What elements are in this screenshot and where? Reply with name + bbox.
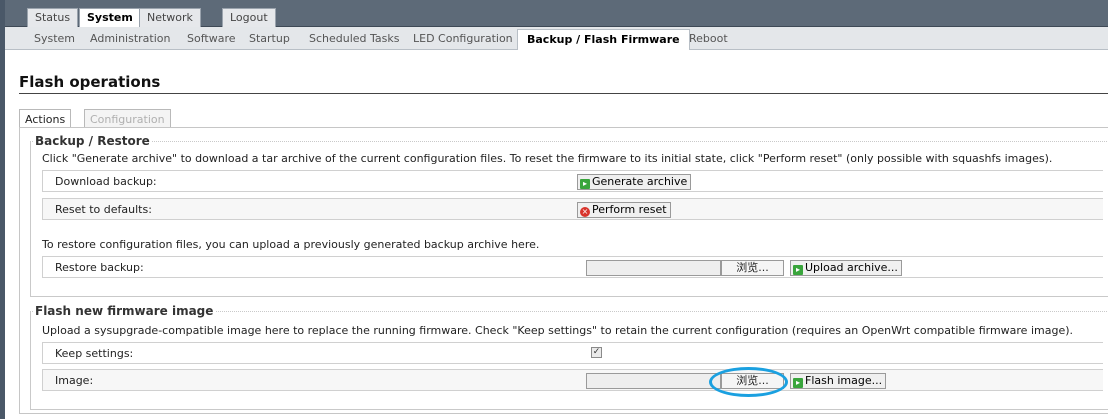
page-title: Flash operations (19, 73, 161, 91)
top-tab-status[interactable]: Status (27, 8, 79, 27)
page-frame: Status System Network Logout System Admi… (5, 0, 1108, 419)
reset-defaults-row: Reset to defaults: × Perform reset (42, 198, 1103, 220)
backup-restore-legend: Backup / Restore (35, 134, 150, 148)
submenu-administration[interactable]: Administration (90, 32, 171, 45)
flash-image-label: Flash image... (805, 374, 883, 387)
restore-backup-label: Restore backup: (55, 261, 144, 274)
restore-backup-row: Restore backup: 浏览... ▸ Upload archive... (42, 256, 1103, 278)
top-tab-network[interactable]: Network (139, 8, 201, 27)
restore-file-input[interactable] (586, 260, 721, 276)
actions-panel: Backup / Restore Click "Generate archive… (19, 127, 1108, 414)
top-tab-system[interactable]: System (79, 8, 141, 28)
download-backup-label: Download backup: (55, 175, 157, 188)
submenu-startup[interactable]: Startup (249, 32, 290, 45)
generate-archive-label: Generate archive (592, 175, 688, 188)
top-menu: Status System Network Logout (5, 0, 1108, 28)
tab-actions[interactable]: Actions (19, 109, 72, 128)
generate-archive-button[interactable]: ▸ Generate archive (577, 174, 692, 190)
play-icon: ▸ (580, 179, 590, 189)
keep-settings-row: Keep settings: ✓ (42, 342, 1103, 364)
submenu-reboot[interactable]: Reboot (689, 32, 728, 45)
top-tab-logout[interactable]: Logout (222, 8, 276, 27)
submenu-software[interactable]: Software (187, 32, 236, 45)
perform-reset-button[interactable]: × Perform reset (577, 202, 671, 218)
restore-browse-button[interactable]: 浏览... (721, 260, 784, 276)
perform-reset-label: Perform reset (592, 203, 667, 216)
submenu-backup-flash-firmware[interactable]: Backup / Flash Firmware (517, 29, 690, 50)
browse-highlight-annotation (709, 367, 788, 397)
sub-menu: System Administration Software Startup S… (5, 27, 1108, 50)
upload-archive-button[interactable]: ▸ Upload archive... (790, 260, 902, 276)
reset-defaults-label: Reset to defaults: (55, 203, 152, 216)
upload-archive-label: Upload archive... (805, 261, 898, 274)
keep-settings-label: Keep settings: (55, 347, 134, 360)
submenu-system[interactable]: System (34, 32, 75, 45)
stop-icon: × (580, 207, 590, 217)
play-icon: ▸ (793, 378, 803, 388)
image-row: Image: 浏览... ▸ Flash image... (42, 369, 1103, 391)
flash-firmware-legend: Flash new firmware image (35, 304, 214, 318)
play-icon: ▸ (793, 265, 803, 275)
image-file-input[interactable] (586, 373, 721, 389)
flash-image-button[interactable]: ▸ Flash image... (790, 373, 887, 389)
backup-description: Click "Generate archive" to download a t… (42, 152, 1053, 165)
download-backup-row: Download backup: ▸ Generate archive (42, 170, 1103, 192)
flash-description: Upload a sysupgrade-compatible image her… (42, 324, 1073, 337)
submenu-led-configuration[interactable]: LED Configuration (413, 32, 513, 45)
keep-settings-checkbox[interactable]: ✓ (591, 347, 602, 358)
submenu-scheduled-tasks[interactable]: Scheduled Tasks (309, 32, 400, 45)
image-label: Image: (55, 374, 94, 387)
title-divider (19, 93, 1108, 94)
tab-configuration[interactable]: Configuration (84, 109, 171, 128)
restore-description: To restore configuration files, you can … (42, 238, 540, 251)
